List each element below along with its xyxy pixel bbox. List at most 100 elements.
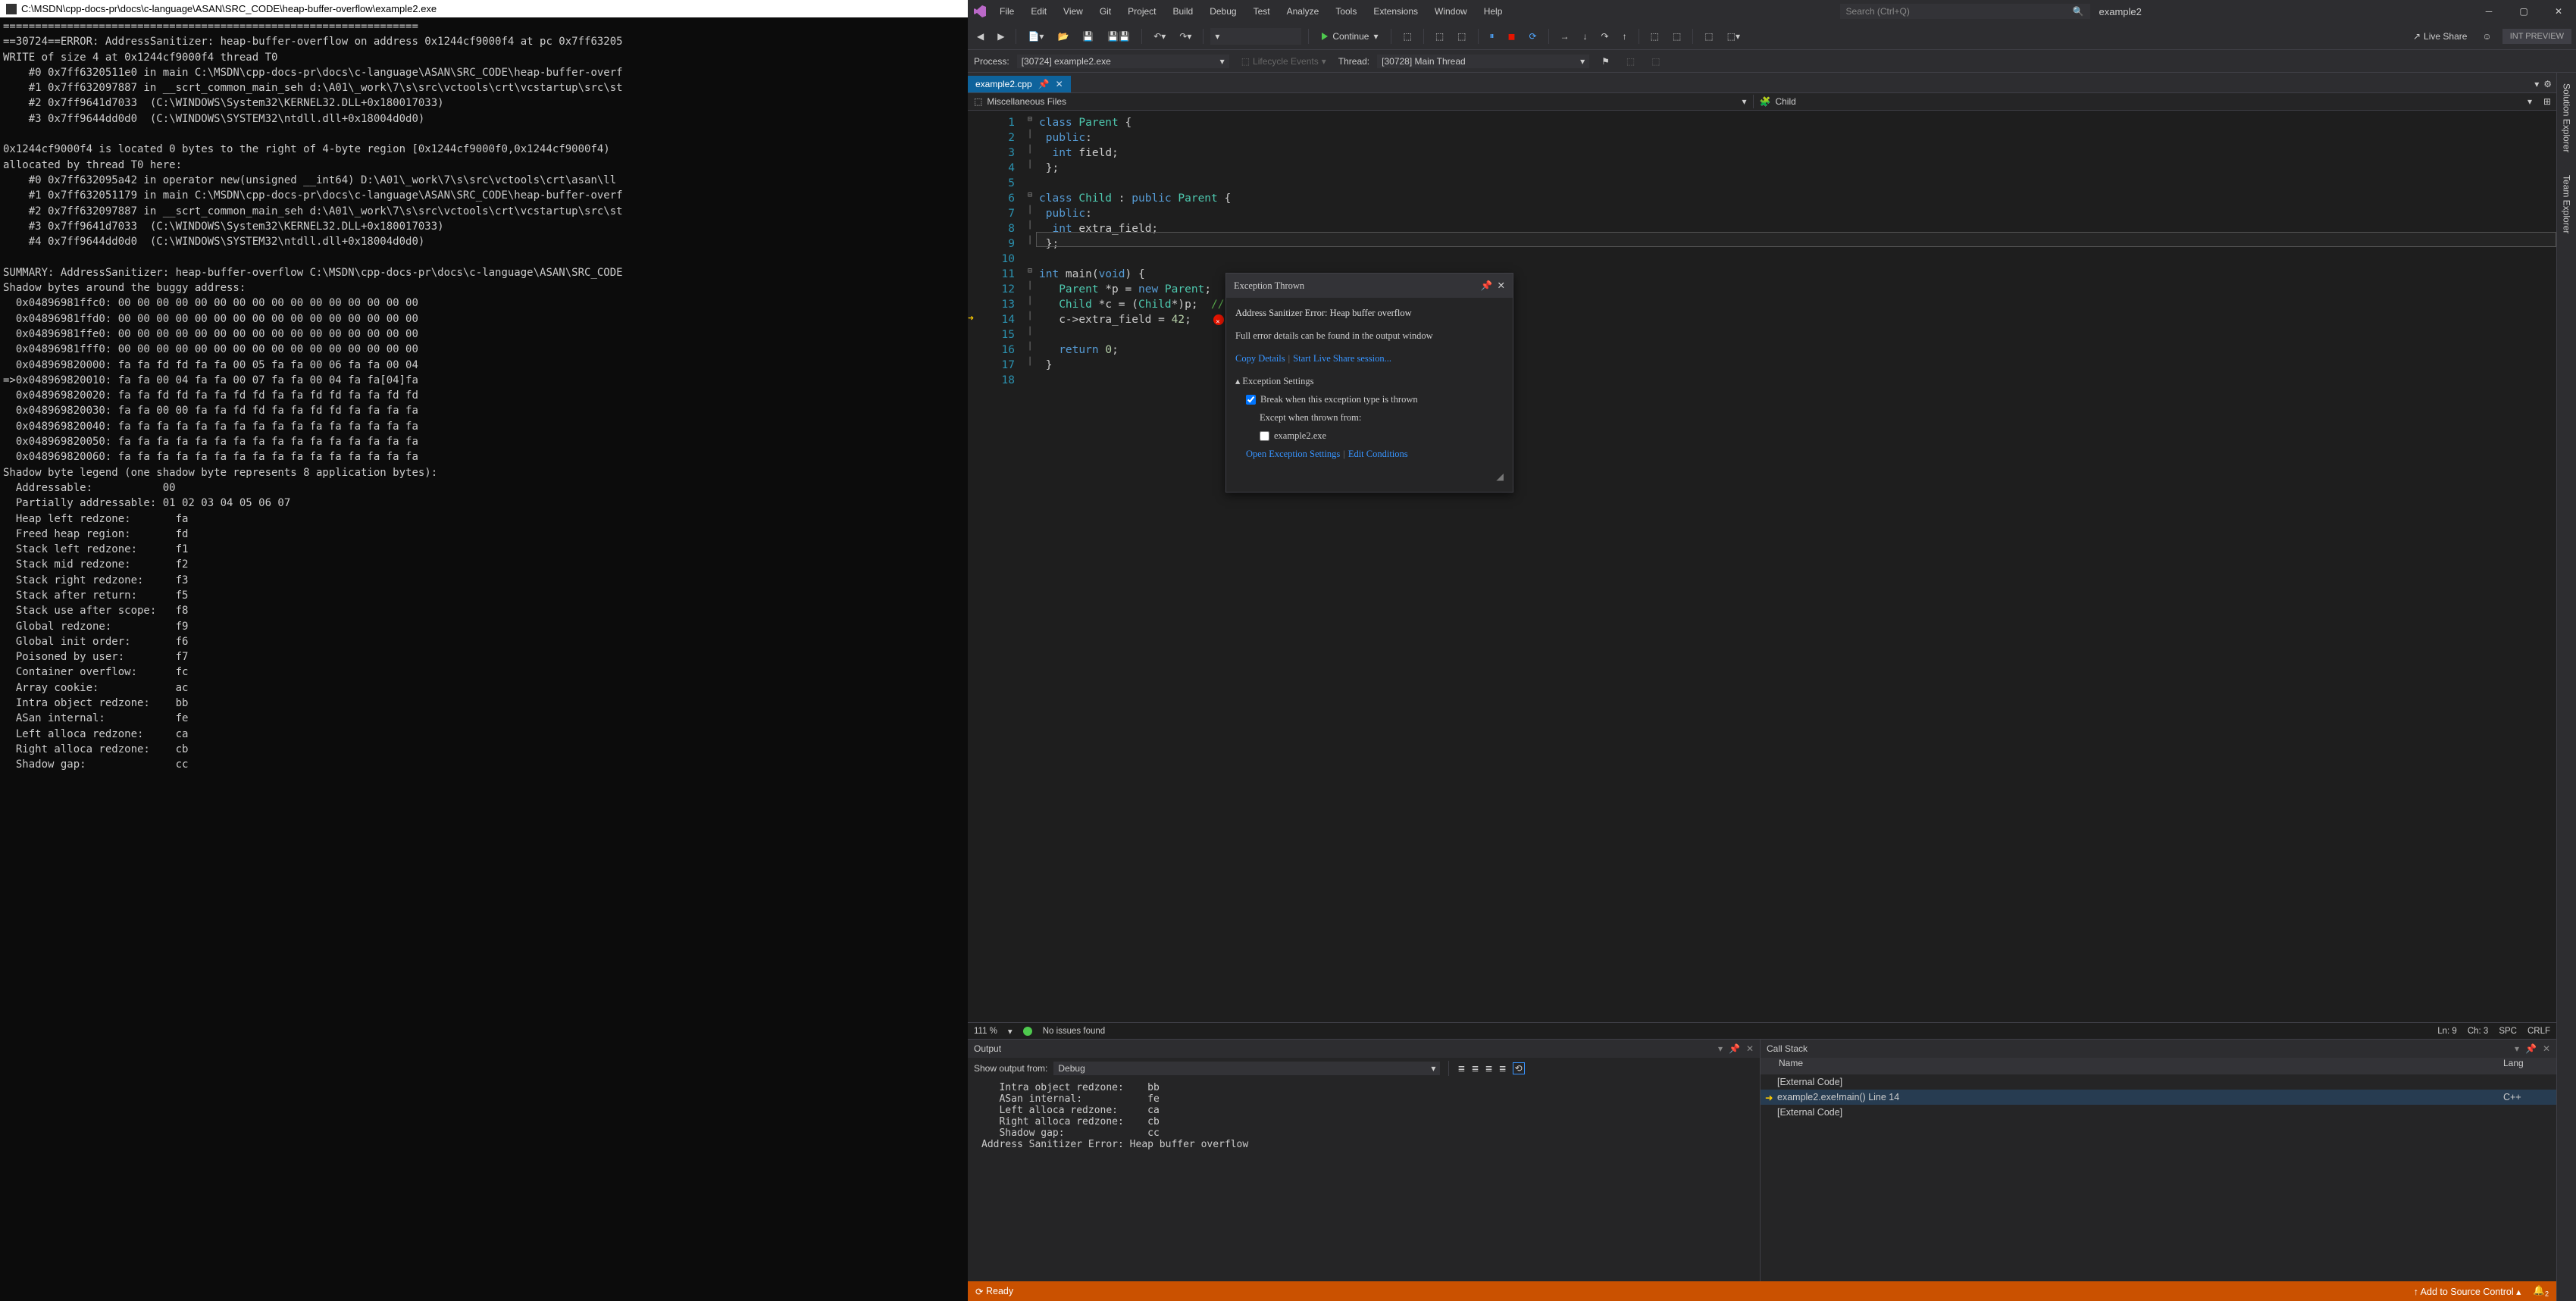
- save-all-button[interactable]: 💾💾: [1103, 28, 1135, 45]
- minimize-button[interactable]: ─: [2471, 0, 2506, 23]
- exception-pin-icon[interactable]: 📌: [1481, 280, 1493, 291]
- debug-tool-2[interactable]: ⬚: [1431, 28, 1448, 45]
- code-content[interactable]: class Parent { public: int field; }; cla…: [1036, 111, 2556, 1022]
- callstack-close-icon[interactable]: ✕: [2543, 1043, 2550, 1054]
- open-button[interactable]: 📂: [1053, 28, 1073, 45]
- menu-debug[interactable]: Debug: [1202, 3, 1244, 20]
- process-select[interactable]: [30724] example2.exe▾: [1017, 55, 1229, 68]
- exception-close-icon[interactable]: ✕: [1498, 280, 1505, 291]
- menu-edit[interactable]: Edit: [1023, 3, 1054, 20]
- step-into-button[interactable]: ↓: [1579, 28, 1592, 45]
- start-liveshare-link[interactable]: Start Live Share session...: [1293, 353, 1391, 364]
- step-out-button[interactable]: ↑: [1618, 28, 1632, 45]
- tool-a[interactable]: ⬚: [1646, 28, 1664, 45]
- tab-dropdown-icon[interactable]: ▾: [2534, 79, 2539, 89]
- solution-explorer-tab[interactable]: Solution Explorer: [2559, 79, 2574, 157]
- tab-example2-cpp[interactable]: example2.cpp 📌 ✕: [968, 76, 1071, 92]
- stack-frame-button[interactable]: ⚑: [1597, 53, 1614, 70]
- callstack-dropdown-icon[interactable]: ▾: [2515, 1043, 2519, 1054]
- menu-git[interactable]: Git: [1092, 3, 1119, 20]
- open-exception-settings-link[interactable]: Open Exception Settings: [1246, 449, 1340, 459]
- out-tool-2[interactable]: ≣: [1471, 1063, 1479, 1074]
- output-dropdown-icon[interactable]: ▾: [1718, 1043, 1723, 1054]
- out-tool-3[interactable]: ≣: [1485, 1063, 1493, 1074]
- add-source-control-button[interactable]: ↑ Add to Source Control ▴: [2414, 1286, 2521, 1297]
- exception-settings-header[interactable]: ▴ Exception Settings: [1235, 374, 1504, 389]
- undo-button[interactable]: ↶▾: [1149, 28, 1170, 45]
- menu-analyze[interactable]: Analyze: [1279, 3, 1327, 20]
- pause-button[interactable]: ⏸: [1485, 27, 1499, 45]
- redo-button[interactable]: ↷▾: [1175, 28, 1196, 45]
- resize-grip-icon[interactable]: ◢: [1235, 469, 1504, 484]
- notifications-icon[interactable]: 🔔2: [2533, 1285, 2549, 1298]
- tool-d[interactable]: ⬚▾: [1723, 28, 1745, 45]
- out-tool-1[interactable]: ≣: [1457, 1063, 1465, 1074]
- save-button[interactable]: 💾: [1078, 28, 1098, 45]
- dbg-btn-2[interactable]: ⬚: [1647, 53, 1664, 70]
- menu-window[interactable]: Window: [1427, 3, 1475, 20]
- tool-c[interactable]: ⬚: [1700, 28, 1717, 45]
- continue-button[interactable]: Continue▾: [1316, 29, 1384, 44]
- code-editor[interactable]: ➜ 123456789101112131415161718 ⊟│││⊟│││⊟│…: [968, 111, 2556, 1022]
- close-tab-icon[interactable]: ✕: [1056, 79, 1063, 89]
- debug-tool-3[interactable]: ⬚: [1453, 28, 1470, 45]
- callstack-row[interactable]: [External Code]: [1761, 1074, 2556, 1090]
- menu-project[interactable]: Project: [1120, 3, 1163, 20]
- restart-button[interactable]: ⟳: [1524, 28, 1541, 45]
- tab-settings-icon[interactable]: ⚙: [2543, 79, 2552, 89]
- debug-tool-1[interactable]: ⬚: [1398, 28, 1416, 45]
- feedback-button[interactable]: ☺: [2477, 28, 2496, 45]
- copy-details-link[interactable]: Copy Details: [1235, 353, 1285, 364]
- nav-scope-select[interactable]: ⬚ Miscellaneous Files▾: [968, 95, 1753, 108]
- callstack-row[interactable]: ➜example2.exe!main() Line 14C++: [1761, 1090, 2556, 1105]
- pin-icon[interactable]: 📌: [1038, 79, 1050, 89]
- menu-file[interactable]: File: [992, 3, 1022, 20]
- thread-select[interactable]: [30728] Main Thread▾: [1377, 55, 1589, 68]
- callstack-pin-icon[interactable]: 📌: [2525, 1043, 2537, 1054]
- breakpoint-margin[interactable]: ➜: [968, 111, 981, 1022]
- output-close-icon[interactable]: ✕: [1746, 1043, 1754, 1054]
- new-item-button[interactable]: 📄▾: [1023, 28, 1048, 45]
- menu-help[interactable]: Help: [1476, 3, 1510, 20]
- menu-test[interactable]: Test: [1246, 3, 1278, 20]
- stop-button[interactable]: ◼: [1504, 28, 1520, 45]
- console-output[interactable]: ========================================…: [0, 17, 968, 1301]
- nav-member-select[interactable]: 🧩 Child▾: [1753, 95, 2539, 108]
- nav-fwd-button[interactable]: ▶: [993, 28, 1009, 45]
- error-icon[interactable]: [1213, 314, 1224, 325]
- callstack-col-name[interactable]: Name: [1761, 1058, 2503, 1074]
- menu-extensions[interactable]: Extensions: [1366, 3, 1426, 20]
- indent-indicator[interactable]: SPC: [2499, 1027, 2517, 1036]
- output-source-select[interactable]: Debug▾: [1053, 1062, 1440, 1075]
- eol-indicator[interactable]: CRLF: [2527, 1027, 2550, 1036]
- lifecycle-events-button[interactable]: ⬚ Lifecycle Events ▾: [1237, 53, 1331, 70]
- close-button[interactable]: ✕: [2541, 0, 2576, 23]
- edit-conditions-link[interactable]: Edit Conditions: [1348, 449, 1408, 459]
- output-pin-icon[interactable]: 📌: [1729, 1043, 1740, 1054]
- search-input[interactable]: Search (Ctrl+Q) 🔍: [1840, 4, 2090, 19]
- out-tool-4[interactable]: ≣: [1499, 1063, 1507, 1074]
- break-when-thrown-checkbox[interactable]: [1246, 395, 1256, 405]
- menu-build[interactable]: Build: [1166, 3, 1201, 20]
- menu-tools[interactable]: Tools: [1328, 3, 1364, 20]
- callstack-col-lang[interactable]: Lang: [2503, 1058, 2556, 1074]
- dbg-btn-1[interactable]: ⬚: [1622, 53, 1639, 70]
- out-tool-5[interactable]: ⟲: [1513, 1062, 1525, 1074]
- output-text[interactable]: Intra object redzone: bb ASan internal: …: [968, 1079, 1760, 1281]
- nav-back-button[interactable]: ◀: [972, 28, 988, 45]
- show-next-stmt-button[interactable]: →: [1556, 28, 1574, 45]
- fold-margin[interactable]: ⊟│││⊟│││⊟││││││: [1024, 111, 1036, 1022]
- step-over-button[interactable]: ↷: [1597, 28, 1614, 45]
- line-indicator[interactable]: Ln: 9: [2437, 1027, 2457, 1036]
- col-indicator[interactable]: Ch: 3: [2468, 1027, 2489, 1036]
- zoom-level[interactable]: 111 %: [974, 1027, 997, 1036]
- maximize-button[interactable]: ▢: [2506, 0, 2541, 23]
- live-share-button[interactable]: ↗ Live Share: [2409, 28, 2471, 45]
- config-select[interactable]: ▾: [1210, 28, 1301, 45]
- callstack-row[interactable]: [External Code]: [1761, 1105, 2556, 1120]
- split-editor-icon[interactable]: ⊞: [2538, 96, 2556, 107]
- menu-view[interactable]: View: [1056, 3, 1091, 20]
- tool-b[interactable]: ⬚: [1668, 28, 1686, 45]
- except-module-checkbox[interactable]: [1260, 431, 1269, 441]
- team-explorer-tab[interactable]: Team Explorer: [2559, 170, 2574, 238]
